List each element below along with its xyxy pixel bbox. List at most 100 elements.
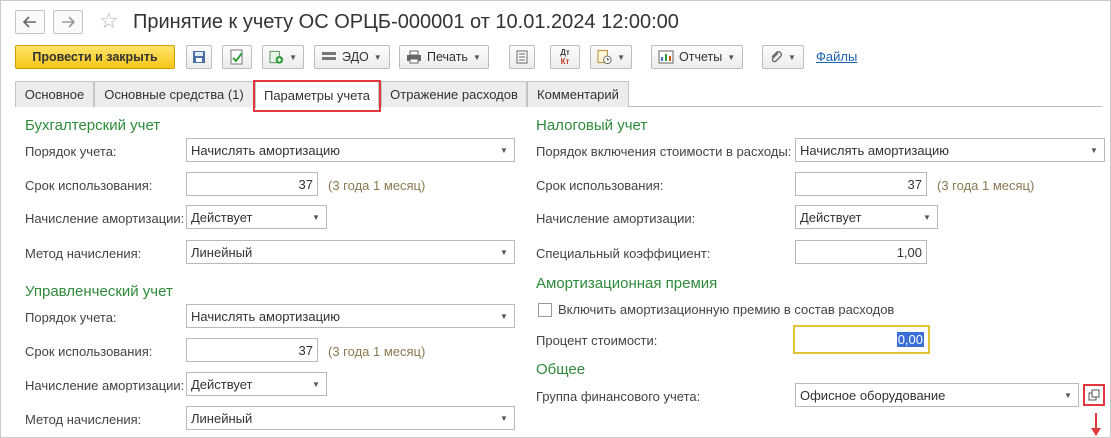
arrow-right-icon (62, 16, 75, 28)
post-document-icon (230, 49, 243, 65)
accounting-term-label: Срок использования: (25, 178, 153, 193)
tax-section-title: Налоговый учет (536, 117, 648, 134)
dt-kt-top-label: Дт (560, 48, 570, 57)
post-and-close-button[interactable]: Провести и закрыть (15, 45, 175, 69)
tax-order-label: Порядок включения стоимости в расходы: (536, 144, 792, 159)
management-depr-value: Действует (191, 376, 253, 392)
reports-button[interactable]: Отчеты ▼ (651, 45, 743, 69)
management-order-label: Порядок учета: (25, 310, 117, 325)
accounting-order-value: Начислять амортизацию (191, 142, 341, 158)
edo-label: ЭДО (342, 50, 369, 64)
chevron-down-icon: ▼ (727, 52, 736, 62)
reports-label: Отчеты (679, 50, 723, 64)
save-button[interactable] (186, 45, 212, 69)
accounting-depr-label: Начисление амортизации: (25, 211, 185, 226)
chevron-down-icon[interactable]: ▼ (917, 206, 937, 228)
print-button[interactable]: Печать ▼ (399, 45, 489, 69)
tax-coef-value: 1,00 (896, 244, 922, 260)
report-icon (658, 50, 674, 64)
tax-depr-select[interactable]: Действует ▼ (795, 205, 938, 229)
chevron-down-icon[interactable]: ▼ (494, 407, 514, 429)
files-link[interactable]: Файлы (816, 49, 857, 64)
chevron-down-icon: ▼ (289, 52, 297, 62)
accounting-method-select[interactable]: Линейный ▼ (186, 240, 515, 264)
edo-icon (322, 52, 336, 60)
tab-expenses[interactable]: Отражение расходов (381, 81, 527, 107)
paperclip-icon (771, 51, 782, 63)
open-group-button[interactable] (1083, 384, 1105, 406)
management-term-label: Срок использования: (25, 344, 153, 359)
tab-label: Основное (24, 87, 85, 102)
management-method-value: Линейный (191, 410, 253, 426)
document-title: Принятие к учету ОС ОРЦБ-000001 от 10.01… (133, 11, 679, 33)
tax-coef-input[interactable]: 1,00 (795, 240, 927, 264)
premium-percent-label: Процент стоимости: (536, 333, 658, 348)
chevron-down-icon[interactable]: ▼ (1058, 384, 1078, 406)
tax-term-input[interactable]: 37 (795, 172, 927, 196)
tab-comment[interactable]: Комментарий (527, 81, 629, 107)
post-and-close-label: Провести и закрыть (32, 50, 158, 64)
print-label: Печать (427, 50, 468, 64)
tab-accounting-parameters[interactable]: Параметры учета (255, 81, 379, 108)
management-method-label: Метод начисления: (25, 412, 142, 427)
chevron-down-icon[interactable]: ▼ (494, 305, 514, 327)
management-method-select[interactable]: Линейный ▼ (186, 406, 515, 430)
tab-fixed-assets[interactable]: Основные средства (1) (94, 81, 254, 107)
tax-depr-value: Действует (800, 209, 862, 225)
premium-include-label[interactable]: Включить амортизационную премию в состав… (558, 302, 894, 317)
chevron-down-icon[interactable]: ▼ (494, 139, 514, 161)
management-term-hint: (3 года 1 месяц) (328, 344, 426, 359)
create-based-on-button[interactable]: ▼ (262, 45, 304, 69)
management-order-select[interactable]: Начислять амортизацию ▼ (186, 304, 515, 328)
arrow-left-icon (23, 16, 36, 28)
tab-main[interactable]: Основное (15, 81, 94, 107)
document-structure-icon (516, 50, 528, 64)
management-term-value: 37 (298, 342, 313, 358)
accounting-depr-select[interactable]: Действует ▼ (186, 205, 327, 229)
tab-label: Параметры учета (263, 87, 371, 103)
management-depr-select[interactable]: Действует ▼ (186, 372, 327, 396)
tab-label: Основные средства (1) (104, 87, 244, 102)
tax-term-value: 37 (907, 176, 922, 192)
chevron-down-icon: ▼ (617, 52, 625, 62)
edo-button[interactable]: ЭДО ▼ (314, 45, 390, 69)
accounting-term-hint: (3 года 1 месяц) (328, 178, 426, 193)
accounting-method-label: Метод начисления: (25, 246, 142, 261)
premium-percent-value: 0,00 (896, 332, 924, 347)
favorite-star-icon[interactable]: ☆ (99, 9, 119, 33)
printer-icon (407, 50, 421, 64)
premium-section-title: Амортизационная премия (536, 275, 718, 292)
tax-coef-label: Специальный коэффициент: (536, 246, 711, 261)
attachments-menu-button[interactable]: ▼ (590, 45, 632, 69)
tax-order-select[interactable]: Начислять амортизацию ▼ (795, 138, 1105, 162)
document-clock-icon (597, 49, 612, 65)
structure-button[interactable] (509, 45, 535, 69)
attach-file-button[interactable]: ▼ (762, 45, 804, 69)
general-group-label: Группа финансового учета: (536, 389, 701, 404)
chevron-down-icon: ▼ (373, 52, 382, 62)
accounting-method-value: Линейный (191, 244, 253, 260)
red-arrow-down-icon (1091, 413, 1101, 436)
document-window: ☆ Принятие к учету ОС ОРЦБ-000001 от 10.… (0, 0, 1111, 438)
chevron-down-icon[interactable]: ▼ (306, 373, 326, 395)
tax-term-hint: (3 года 1 месяц) (937, 178, 1035, 193)
premium-include-checkbox[interactable] (538, 303, 552, 317)
chevron-down-icon[interactable]: ▼ (306, 206, 326, 228)
general-group-value: Офисное оборудование (800, 387, 946, 403)
accounting-term-input[interactable]: 37 (186, 172, 318, 196)
chevron-down-icon[interactable]: ▼ (494, 241, 514, 263)
general-group-select[interactable]: Офисное оборудование ▼ (795, 383, 1079, 407)
accounting-order-select[interactable]: Начислять амортизацию ▼ (186, 138, 515, 162)
forward-button[interactable] (53, 10, 83, 34)
post-button[interactable] (222, 45, 252, 69)
accounting-order-label: Порядок учета: (25, 144, 117, 159)
tax-term-label: Срок использования: (536, 178, 664, 193)
chevron-down-icon[interactable]: ▼ (1084, 139, 1104, 161)
management-depr-label: Начисление амортизации: (25, 378, 185, 393)
management-term-input[interactable]: 37 (186, 338, 318, 362)
back-button[interactable] (15, 10, 45, 34)
accounting-depr-value: Действует (191, 209, 253, 225)
chevron-down-icon: ▼ (472, 52, 481, 62)
premium-percent-input[interactable]: 0,00 (793, 325, 930, 354)
dt-kt-button[interactable]: Дт Кт (550, 45, 580, 69)
